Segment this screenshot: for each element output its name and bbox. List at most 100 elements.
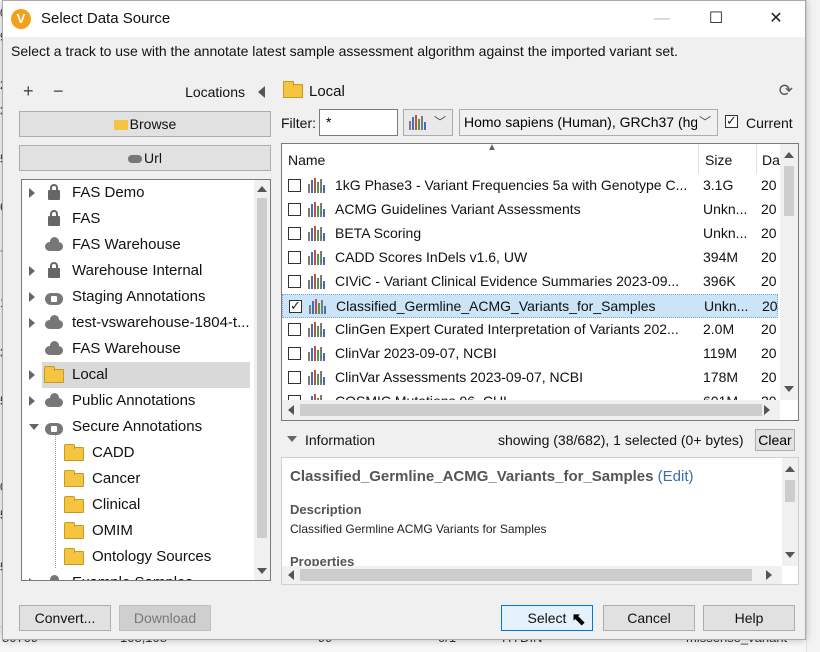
current-checkbox[interactable]	[725, 113, 738, 129]
table-row[interactable]: Classified_Germline_ACMG_Variants_for_Sa…	[282, 294, 778, 318]
tree-item[interactable]: OMIM	[22, 518, 254, 544]
row-checkbox[interactable]	[289, 298, 302, 314]
expand-icon[interactable]	[29, 188, 35, 198]
table-row[interactable]: 1kG Phase3 - Variant Frequencies 5a with…	[282, 174, 778, 198]
row-name: BETA Scoring	[335, 225, 422, 241]
tree-item[interactable]: Public Annotations	[22, 388, 254, 414]
info-horizontal-scrollbar[interactable]	[282, 566, 782, 584]
expand-icon[interactable]	[29, 370, 35, 380]
scroll-up-icon[interactable]	[785, 466, 795, 472]
tree-item[interactable]: Cancer	[22, 466, 254, 492]
tree-scroll-thumb[interactable]	[257, 198, 267, 538]
cancel-button[interactable]: Cancel	[603, 605, 695, 631]
maximize-button[interactable]: ☐	[699, 7, 733, 31]
collapse-panel-icon[interactable]	[258, 86, 265, 98]
tree-item[interactable]: Example Samples	[22, 570, 254, 580]
column-header-date[interactable]: Da	[762, 152, 780, 168]
tree-item[interactable]: Warehouse Internal	[22, 258, 254, 284]
tree-vertical-scrollbar[interactable]	[254, 180, 270, 580]
tree-item[interactable]: Local	[29, 362, 250, 388]
edit-link[interactable]: (Edit)	[658, 468, 694, 485]
expand-icon[interactable]	[29, 578, 35, 580]
row-checkbox[interactable]	[288, 251, 301, 264]
row-checkbox[interactable]	[288, 371, 301, 384]
info-hscroll-thumb[interactable]	[300, 569, 752, 581]
track-icon	[307, 321, 329, 337]
tree-item[interactable]: FAS	[22, 206, 254, 232]
cloud-icon	[44, 392, 64, 410]
info-scroll-thumb[interactable]	[785, 480, 795, 502]
tree-item[interactable]: CADD	[22, 440, 254, 466]
expand-icon[interactable]	[29, 318, 35, 328]
information-header: Information showing (38/682), 1 selected…	[281, 429, 799, 451]
table-row[interactable]: CADD Scores InDels v1.6, UW 394M 20	[282, 246, 778, 270]
tree-item[interactable]: FAS Warehouse	[22, 336, 254, 362]
genome-dropdown[interactable]: Homo sapiens (Human), GRCh37 (hg: ﹀	[459, 109, 718, 136]
table-row[interactable]: ClinVar Assessments 2023-09-07, NCBI 178M…	[282, 366, 778, 390]
row-checkbox[interactable]	[288, 179, 301, 192]
scroll-down-icon[interactable]	[785, 552, 795, 558]
help-button[interactable]: Help	[703, 605, 795, 631]
column-divider[interactable]	[756, 144, 757, 174]
info-vertical-scrollbar[interactable]	[782, 458, 798, 566]
tree-item-label: Example Samples	[72, 574, 193, 580]
expand-icon[interactable]	[29, 292, 35, 302]
row-checkbox[interactable]	[288, 275, 301, 288]
column-divider[interactable]	[698, 144, 699, 174]
tree-item[interactable]: Secure Annotations	[22, 414, 254, 440]
tree-item[interactable]: Staging Annotations	[22, 284, 254, 310]
folder-icon	[64, 496, 84, 514]
column-header-size[interactable]: Size	[705, 152, 732, 168]
track-type-dropdown[interactable]: ﹀	[403, 109, 453, 136]
table-row[interactable]: CIViC - Variant Clinical Evidence Summar…	[282, 270, 778, 294]
expand-icon[interactable]	[29, 396, 35, 406]
source-name: Classified_Germline_ACMG_Variants_for_Sa…	[290, 468, 694, 485]
table-row[interactable]: BETA Scoring Unkn... 20	[282, 222, 778, 246]
chevron-down-icon: ﹀	[433, 115, 446, 129]
close-button[interactable]: ✕	[759, 7, 793, 31]
download-button[interactable]: Download	[119, 605, 211, 631]
row-date: 20	[761, 249, 777, 265]
filter-input[interactable]: *	[319, 109, 398, 136]
collapse-information-icon[interactable]	[287, 436, 297, 442]
convert-button[interactable]: Convert...	[19, 605, 111, 631]
row-checkbox[interactable]	[288, 323, 301, 336]
scroll-up-icon[interactable]	[257, 186, 267, 192]
cloud-icon	[44, 314, 64, 332]
table-row[interactable]: ACMG Guidelines Variant Assessments Unkn.…	[282, 198, 778, 222]
collapse-icon[interactable]	[29, 424, 39, 430]
tree-item[interactable]: test-vswarehouse-1804-t...	[22, 310, 254, 336]
row-checkbox[interactable]	[288, 347, 301, 360]
clear-button[interactable]: Clear	[755, 429, 795, 451]
table-scroll-thumb[interactable]	[784, 166, 794, 216]
scroll-right-icon[interactable]	[764, 405, 770, 415]
scroll-down-icon[interactable]	[784, 386, 794, 392]
scroll-left-icon[interactable]	[288, 570, 294, 580]
url-button[interactable]: Url	[19, 145, 271, 171]
description-value: Classified Germline ACMG Variants for Sa…	[290, 522, 547, 536]
tree-item[interactable]: Ontology Sources	[22, 544, 254, 570]
table-row[interactable]: ClinGen Expert Curated Interpretation of…	[282, 318, 778, 342]
row-checkbox[interactable]	[288, 203, 301, 216]
scroll-left-icon[interactable]	[288, 405, 294, 415]
expand-icon[interactable]	[29, 266, 35, 276]
tree-item[interactable]: FAS Warehouse	[22, 232, 254, 258]
information-title[interactable]: Information	[305, 432, 375, 448]
browse-button[interactable]: Browse	[19, 111, 271, 137]
tree-item[interactable]: Clinical	[22, 492, 254, 518]
refresh-icon[interactable]: ⟳	[779, 81, 793, 101]
add-location-button[interactable]: +	[23, 82, 34, 100]
tree-item-label: Local	[72, 366, 108, 383]
column-header-name[interactable]: Name	[288, 152, 325, 168]
scroll-up-icon[interactable]	[784, 152, 794, 158]
table-horizontal-scrollbar[interactable]	[282, 400, 780, 420]
scroll-down-icon[interactable]	[257, 568, 267, 574]
minimize-button[interactable]: —	[645, 7, 679, 31]
table-row[interactable]: ClinVar 2023-09-07, NCBI 119M 20	[282, 342, 778, 366]
row-checkbox[interactable]	[288, 227, 301, 240]
table-vertical-scrollbar[interactable]	[780, 144, 798, 400]
tree-item[interactable]: FAS Demo	[22, 180, 254, 206]
remove-location-button[interactable]: −	[53, 82, 64, 100]
table-hscroll-thumb[interactable]	[300, 404, 762, 416]
scroll-right-icon[interactable]	[766, 570, 772, 580]
